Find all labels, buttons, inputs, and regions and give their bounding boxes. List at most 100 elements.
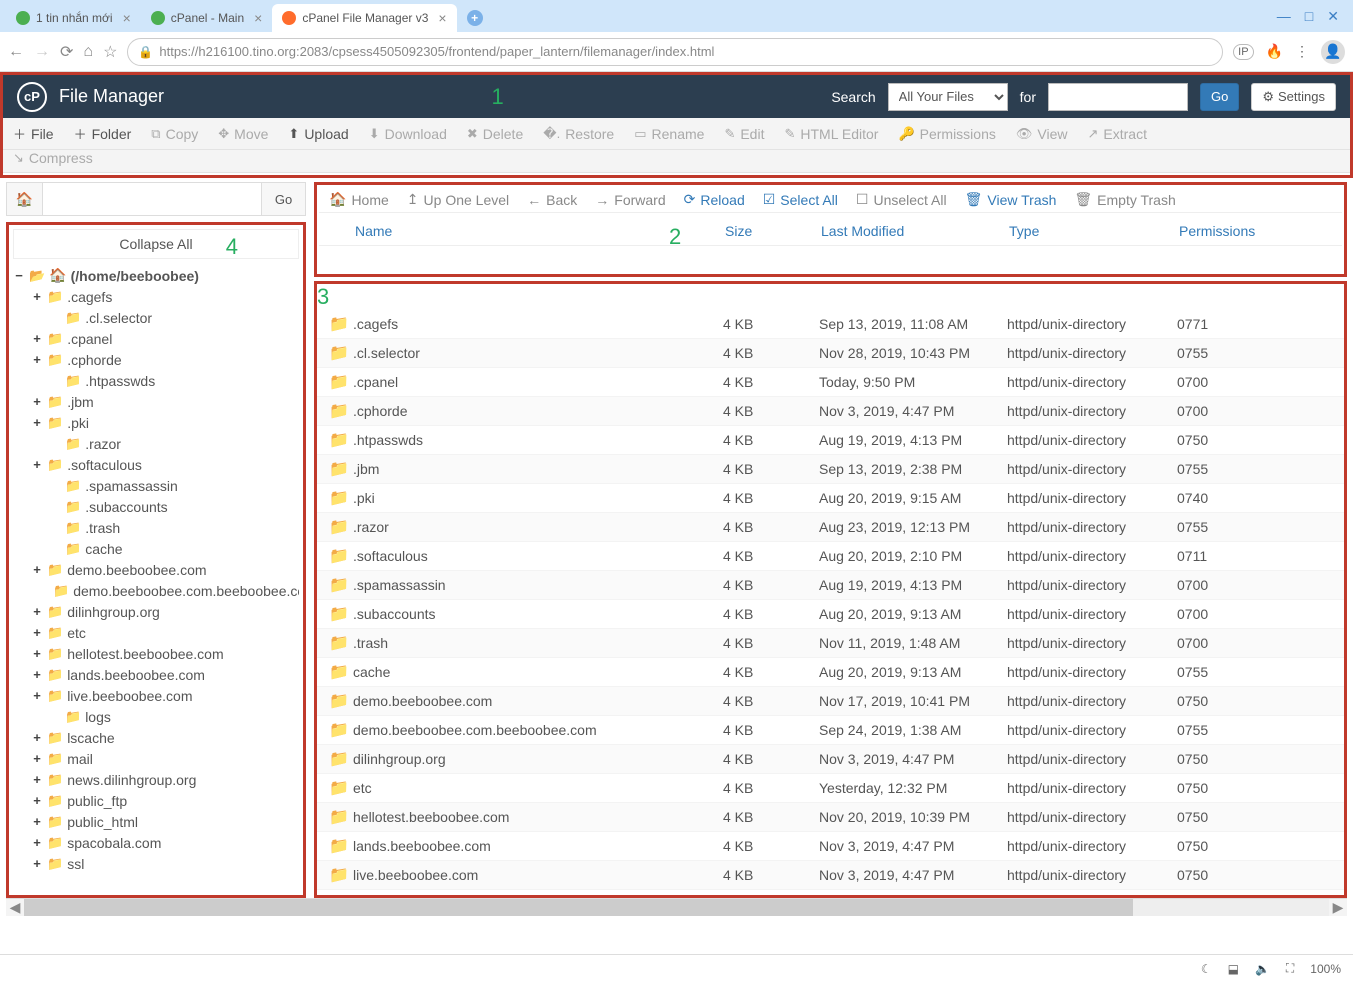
close-icon[interactable]: × — [123, 10, 131, 26]
profile-avatar-icon[interactable]: 👤 — [1321, 40, 1345, 64]
select-all-button[interactable]: ☑Select All — [763, 191, 838, 208]
scroll-track[interactable] — [24, 899, 1329, 916]
tree-item[interactable]: +📁spacobala.com — [13, 832, 299, 853]
expand-icon[interactable]: + — [31, 625, 43, 640]
tree-item[interactable]: +📁.cphorde — [13, 349, 299, 370]
tree-item[interactable]: 📁cache — [13, 538, 299, 559]
scroll-right-icon[interactable]: ▶ — [1329, 899, 1347, 916]
col-header-modified[interactable]: Last Modified — [821, 223, 1009, 239]
tree-item[interactable]: +📁.cagefs — [13, 286, 299, 307]
upload-button[interactable]: ⬆Upload — [288, 126, 348, 142]
tree-item[interactable]: +📁etc — [13, 622, 299, 643]
new-tab-button[interactable]: + — [457, 4, 493, 32]
file-row[interactable]: 📁logs4 KBToday, 7:17 PMhttpd/unix-direct… — [317, 890, 1344, 898]
file-row[interactable]: 📁cache4 KBAug 20, 2019, 9:13 AMhttpd/uni… — [317, 658, 1344, 687]
tree-item[interactable]: 📁.subaccounts — [13, 496, 299, 517]
close-icon[interactable]: × — [254, 10, 262, 26]
expand-icon[interactable]: + — [31, 772, 43, 787]
expand-icon[interactable]: + — [31, 394, 43, 409]
tree-item[interactable]: +📁public_html — [13, 811, 299, 832]
search-scope-select[interactable]: All Your Files — [888, 83, 1008, 111]
tree-item[interactable]: 📁.razor — [13, 433, 299, 454]
tree-item[interactable]: +📁public_ftp — [13, 790, 299, 811]
file-row[interactable]: 📁.razor4 KBAug 23, 2019, 12:13 PMhttpd/u… — [317, 513, 1344, 542]
fullscreen-icon[interactable]: ⛶ — [1286, 961, 1294, 976]
view-button[interactable]: 👁View — [1016, 126, 1068, 142]
reload-icon[interactable]: ⟳ — [60, 42, 73, 62]
back-button[interactable]: ←Back — [527, 192, 577, 208]
browser-tab[interactable]: cPanel - Main × — [141, 4, 273, 32]
settings-button[interactable]: ⚙Settings — [1251, 83, 1336, 111]
tree-item[interactable]: 📁demo.beeboobee.com.beeboobee.co — [13, 580, 299, 601]
nav-forward-icon[interactable]: → — [34, 43, 50, 61]
tree-item[interactable]: +📁dilinhgroup.org — [13, 601, 299, 622]
tree-item[interactable]: +📁news.dilinhgroup.org — [13, 769, 299, 790]
tree-item[interactable]: +📁live.beeboobee.com — [13, 685, 299, 706]
tree-item[interactable]: +📁.cpanel — [13, 328, 299, 349]
edit-button[interactable]: ✎Edit — [724, 126, 764, 142]
view-trash-button[interactable]: 🗑View Trash — [965, 191, 1057, 208]
path-go-button[interactable]: Go — [261, 183, 305, 215]
ip-badge-icon[interactable]: IP — [1233, 44, 1253, 60]
copy-button[interactable]: ⧉Copy — [151, 126, 198, 142]
file-row[interactable]: 📁demo.beeboobee.com4 KBNov 17, 2019, 10:… — [317, 687, 1344, 716]
file-row[interactable]: 📁.spamassassin4 KBAug 19, 2019, 4:13 PMh… — [317, 571, 1344, 600]
up-level-button[interactable]: ↥Up One Level — [407, 191, 509, 208]
zoom-level[interactable]: 100% — [1310, 962, 1341, 976]
download-status-icon[interactable]: ⬓ — [1228, 962, 1239, 976]
rename-button[interactable]: ▭Rename — [634, 126, 704, 142]
tree-item[interactable]: +📁.jbm — [13, 391, 299, 412]
tree-item[interactable]: +📁ssl — [13, 853, 299, 874]
file-row[interactable]: 📁.pki4 KBAug 20, 2019, 9:15 AMhttpd/unix… — [317, 484, 1344, 513]
collapse-icon[interactable]: − — [13, 268, 25, 283]
expand-icon[interactable]: + — [31, 835, 43, 850]
file-row[interactable]: 📁hellotest.beeboobee.com4 KBNov 20, 2019… — [317, 803, 1344, 832]
file-row[interactable]: 📁.softaculous4 KBAug 20, 2019, 2:10 PMht… — [317, 542, 1344, 571]
expand-icon[interactable]: + — [31, 730, 43, 745]
reload-button[interactable]: ⟳Reload — [684, 191, 745, 208]
col-header-size[interactable]: Size — [725, 223, 821, 239]
fire-icon[interactable]: 🔥 — [1266, 43, 1283, 60]
file-row[interactable]: 📁.subaccounts4 KBAug 20, 2019, 9:13 AMht… — [317, 600, 1344, 629]
browser-tab-active[interactable]: cPanel File Manager v3 × — [272, 4, 456, 32]
tree-item[interactable]: +📁demo.beeboobee.com — [13, 559, 299, 580]
expand-icon[interactable]: + — [31, 415, 43, 430]
file-row[interactable]: 📁.cagefs4 KBSep 13, 2019, 11:08 AMhttpd/… — [317, 310, 1344, 339]
tree-home-button[interactable]: 🏠 — [7, 183, 43, 215]
new-file-button[interactable]: ＋File — [13, 124, 54, 143]
file-row[interactable]: 📁.htpasswds4 KBAug 19, 2019, 4:13 PMhttp… — [317, 426, 1344, 455]
file-row[interactable]: 📁.cphorde4 KBNov 3, 2019, 4:47 PMhttpd/u… — [317, 397, 1344, 426]
col-header-type[interactable]: Type — [1009, 223, 1179, 239]
tree-item[interactable]: +📁.pki — [13, 412, 299, 433]
scroll-left-icon[interactable]: ◀ — [6, 899, 24, 916]
file-row[interactable]: 📁.jbm4 KBSep 13, 2019, 2:38 PMhttpd/unix… — [317, 455, 1344, 484]
collapse-all-button[interactable]: Collapse All 4 — [13, 229, 299, 259]
scroll-thumb[interactable] — [24, 899, 1133, 916]
expand-icon[interactable]: + — [31, 793, 43, 808]
tree-item[interactable]: +📁hellotest.beeboobee.com — [13, 643, 299, 664]
expand-icon[interactable]: + — [31, 604, 43, 619]
tree-item[interactable]: +📁lands.beeboobee.com — [13, 664, 299, 685]
permissions-button[interactable]: 🔑Permissions — [898, 126, 995, 142]
tree-item[interactable]: 📁.spamassassin — [13, 475, 299, 496]
empty-trash-button[interactable]: 🗑Empty Trash — [1074, 191, 1175, 208]
tree-item[interactable]: 📁logs — [13, 706, 299, 727]
file-row[interactable]: 📁demo.beeboobee.com.beeboobee.com4 KBSep… — [317, 716, 1344, 745]
restore-button[interactable]: �.Restore — [543, 126, 614, 142]
browser-tab[interactable]: 1 tin nhắn mới × — [6, 4, 141, 32]
home-button[interactable]: 🏠Home — [329, 191, 389, 208]
go-button[interactable]: Go — [1200, 83, 1239, 111]
expand-icon[interactable]: + — [31, 289, 43, 304]
expand-icon[interactable]: + — [31, 814, 43, 829]
close-icon[interactable]: × — [438, 10, 446, 26]
tree-item[interactable]: 📁.cl.selector — [13, 307, 299, 328]
expand-icon[interactable]: + — [31, 457, 43, 472]
expand-icon[interactable]: + — [31, 331, 43, 346]
file-row[interactable]: 📁etc4 KBYesterday, 12:32 PMhttpd/unix-di… — [317, 774, 1344, 803]
download-button[interactable]: ⬇Download — [369, 126, 447, 142]
url-field[interactable]: 🔒 https://h216100.tino.org:2083/cpsess45… — [127, 38, 1223, 66]
window-maximize-icon[interactable]: □ — [1305, 8, 1313, 25]
tree-item[interactable]: +📁lscache — [13, 727, 299, 748]
tree-item[interactable]: 📁.htpasswds — [13, 370, 299, 391]
forward-button[interactable]: →Forward — [595, 192, 665, 208]
